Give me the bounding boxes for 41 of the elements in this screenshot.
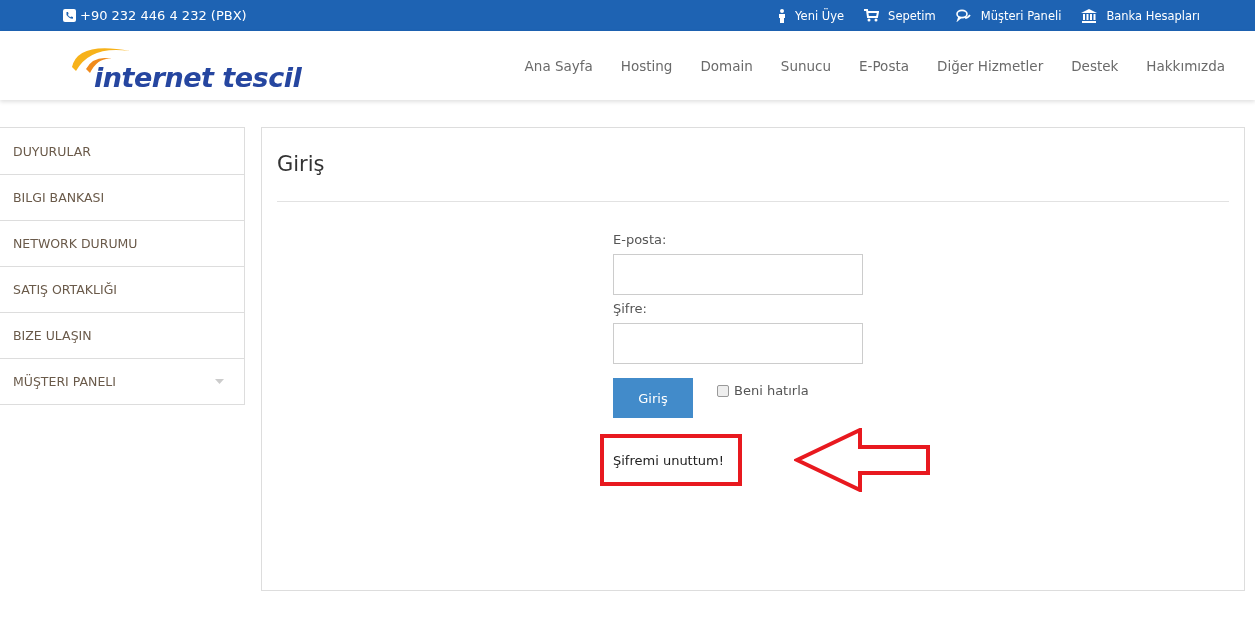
logo-text[interactable]: internet tescil xyxy=(94,63,302,91)
chat-icon xyxy=(955,9,972,22)
sidebar-item[interactable]: MÜŞTERI PANELI xyxy=(0,358,244,404)
top-link[interactable]: Müşteri Paneli xyxy=(955,8,1062,23)
input-field[interactable] xyxy=(613,323,863,364)
input-field[interactable] xyxy=(613,254,863,295)
checkbox[interactable] xyxy=(717,384,729,397)
sidebar-item[interactable]: BILGI BANKASI xyxy=(0,174,244,220)
checkbox-label: Beni hatırla xyxy=(734,383,809,398)
nav-link[interactable]: Ana Sayfa xyxy=(524,57,593,74)
nav-link[interactable]: E-Posta xyxy=(859,57,909,74)
page-title: Giriş xyxy=(277,152,326,176)
cart-icon xyxy=(864,9,880,22)
top-link[interactable]: Sepetim xyxy=(864,8,936,23)
sidebar-item[interactable]: BIZE ULAŞIN xyxy=(0,312,244,358)
sidebar-label: BILGI BANKASI xyxy=(13,190,105,205)
nav-link[interactable]: Hakkımızda xyxy=(1146,57,1225,74)
bank-icon xyxy=(1081,8,1098,23)
nav-link[interactable]: Domain xyxy=(700,57,753,74)
sidebar-label: BIZE ULAŞIN xyxy=(13,328,92,343)
sidebar-item[interactable]: NETWORK DURUMU xyxy=(0,220,244,266)
sidebar-label: SATIŞ ORTAKLIĞI xyxy=(13,282,118,297)
phone-number: +90 232 446 4 232 (PBX) xyxy=(63,8,247,23)
field-label: E-posta: xyxy=(613,232,668,247)
top-link[interactable]: Banka Hesapları xyxy=(1081,8,1200,23)
phone-icon xyxy=(63,9,76,22)
nav-link[interactable]: Destek xyxy=(1071,57,1119,74)
sidebar-label: NETWORK DURUMU xyxy=(13,236,138,251)
sidebar-item[interactable]: DUYURULAR xyxy=(0,128,244,174)
sidebar-label: MÜŞTERI PANELI xyxy=(13,374,116,389)
login-button[interactable]: Giriş xyxy=(613,378,693,418)
arrow-icon xyxy=(793,428,932,492)
top-link[interactable]: Yeni Üye xyxy=(778,8,845,23)
nav-link[interactable]: Diğer Hizmetler xyxy=(937,57,1044,74)
sidebar-label: DUYURULAR xyxy=(13,143,91,159)
sidebar-item[interactable]: SATIŞ ORTAKLIĞI xyxy=(0,266,244,312)
nav-link[interactable]: Hosting xyxy=(620,57,673,74)
nav-link[interactable]: Sunucu xyxy=(780,57,832,74)
forgot-password-link[interactable]: Şifremi unuttum! xyxy=(613,453,724,468)
person-icon xyxy=(778,8,787,23)
field-label: Şifre: xyxy=(613,301,648,316)
